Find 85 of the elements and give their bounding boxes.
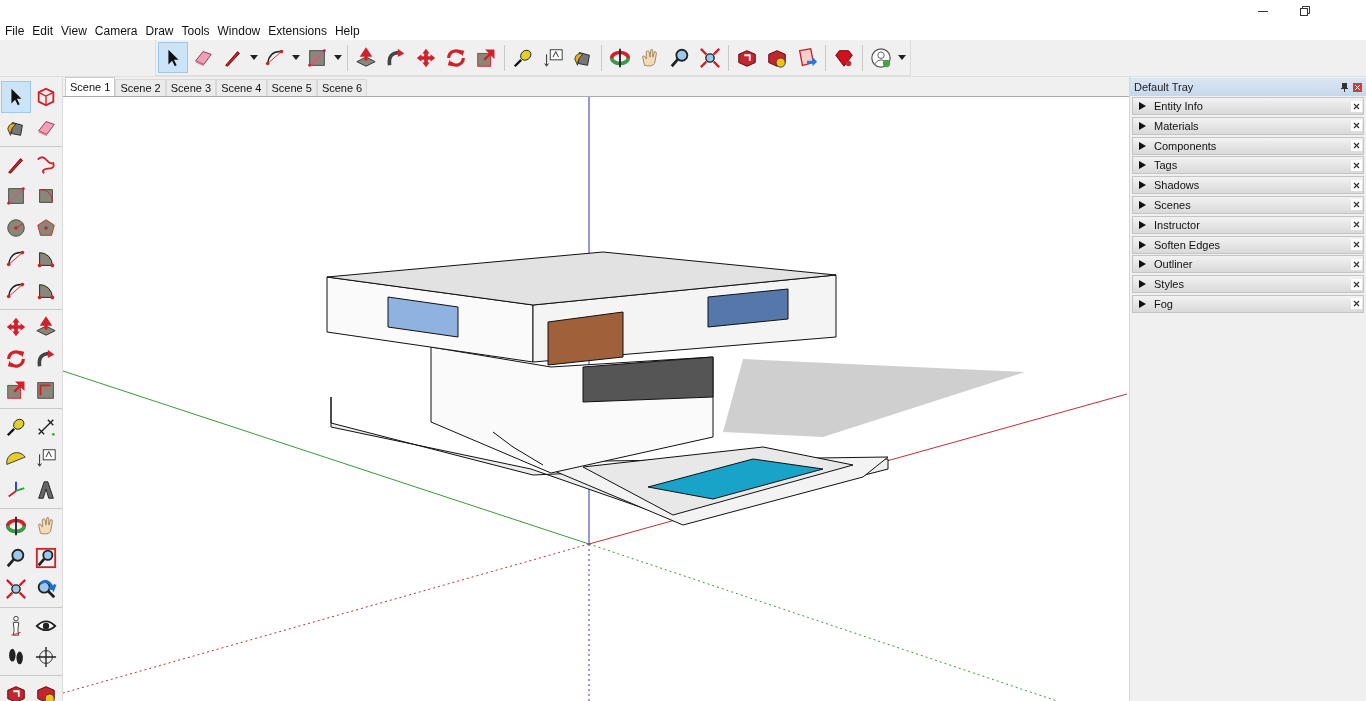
caret-icon	[250, 55, 258, 60]
scene-tab[interactable]: Scene 5	[266, 79, 317, 96]
tray-panel-header[interactable]: Scenes	[1132, 196, 1364, 214]
caret-icon	[334, 55, 342, 60]
close-icon[interactable]	[1351, 298, 1362, 310]
push-pull-icon	[355, 46, 377, 69]
close-icon[interactable]	[1351, 258, 1362, 270]
offset-icon	[35, 379, 57, 402]
zoom-extents-icon	[699, 46, 721, 69]
tray-panel-header[interactable]: Soften Edges	[1132, 235, 1364, 254]
panel-title: Components	[1154, 139, 1218, 152]
menu-item[interactable]: Tools	[177, 24, 214, 38]
upload-icon	[796, 46, 818, 69]
panel-title: Outliner	[1154, 258, 1194, 271]
menu-item[interactable]: Window	[213, 24, 265, 38]
restore-icon	[1300, 6, 1310, 16]
tool-button[interactable]	[158, 42, 188, 73]
close-icon[interactable]	[1351, 159, 1362, 171]
scene-tab[interactable]: Scene 3	[165, 79, 217, 96]
scene-tab[interactable]: Scene 2	[115, 79, 166, 96]
menu-item[interactable]: Draw	[141, 24, 178, 38]
panel-title: Instructor	[1154, 218, 1201, 231]
menu-item[interactable]: View	[57, 24, 91, 38]
menu-item[interactable]: Help	[330, 24, 364, 38]
tray-panel-header[interactable]: Shadows	[1132, 176, 1364, 195]
close-icon[interactable]	[1351, 120, 1362, 132]
panel-title: Styles	[1154, 278, 1185, 291]
pin-icon[interactable]	[1341, 82, 1348, 92]
move-icon	[415, 46, 437, 69]
close-icon[interactable]	[1351, 199, 1362, 211]
circle-icon	[5, 216, 27, 239]
panel-title: Scenes	[1154, 199, 1192, 211]
rectangle-icon	[306, 46, 328, 69]
rectangle-icon	[5, 185, 27, 208]
panel-title: Entity Info	[1154, 100, 1204, 112]
tray-panel-header[interactable]: Instructor	[1132, 215, 1364, 234]
rotate-icon	[5, 347, 27, 370]
component-icon	[35, 85, 57, 108]
orbit-icon	[5, 515, 27, 538]
magnifier-icon	[5, 546, 27, 569]
close-icon[interactable]	[1351, 219, 1362, 231]
rotate-icon	[445, 46, 467, 69]
menu-item[interactable]: Extensions	[264, 24, 331, 38]
tray-panel-header[interactable]: Tags	[1132, 156, 1364, 175]
close-icon[interactable]	[1351, 179, 1362, 191]
menu-item[interactable]: File	[1, 24, 29, 38]
tool-button[interactable]	[1, 81, 31, 113]
menu-item[interactable]: Camera	[90, 24, 142, 38]
panel-title: Tags	[1154, 159, 1179, 172]
zoom-extents-icon	[5, 578, 27, 601]
close-icon[interactable]	[1351, 278, 1362, 290]
panel-title: Soften Edges	[1154, 238, 1222, 251]
move-icon	[5, 316, 27, 339]
tray-title: Default Tray	[1134, 81, 1195, 93]
close-icon[interactable]	[1351, 239, 1362, 251]
close-icon[interactable]	[1351, 100, 1362, 112]
tray-panel-header[interactable]: Components	[1132, 136, 1364, 155]
tray-panel-header[interactable]: Materials	[1132, 116, 1364, 135]
push-pull-icon	[35, 316, 57, 339]
caret-icon	[898, 55, 906, 60]
magnifier-icon	[669, 46, 691, 69]
scene-tab[interactable]: Scene 6	[316, 79, 368, 96]
user-account-icon	[870, 46, 892, 69]
zoom-window-icon	[35, 546, 57, 569]
close-icon[interactable]	[1351, 140, 1362, 152]
tray-panel-header[interactable]: Outliner	[1132, 255, 1364, 274]
panel-title: Shadows	[1154, 179, 1201, 192]
3d-text-icon	[35, 478, 57, 501]
section-plane-icon	[35, 646, 57, 669]
freehand-icon	[35, 153, 57, 176]
panel-title: Materials	[1154, 119, 1200, 132]
scene-tab[interactable]: Scene 4	[216, 79, 267, 96]
scene-tab[interactable]: Scene 1	[65, 77, 116, 96]
caret-icon	[292, 55, 300, 60]
panel-title: Fog	[1154, 297, 1174, 310]
previous-view-icon	[35, 578, 57, 601]
orbit-icon	[609, 46, 631, 69]
text-label-icon	[542, 46, 564, 69]
menu-item[interactable]: Edit	[28, 24, 58, 38]
text-label-icon	[35, 447, 57, 470]
tray-panel-header[interactable]: Fog	[1132, 294, 1364, 313]
tray-panel-header[interactable]: Entity Info	[1132, 97, 1364, 115]
polygon-icon	[35, 216, 57, 239]
scale-icon	[5, 379, 27, 402]
tray-panel-header[interactable]: Styles	[1132, 275, 1364, 294]
